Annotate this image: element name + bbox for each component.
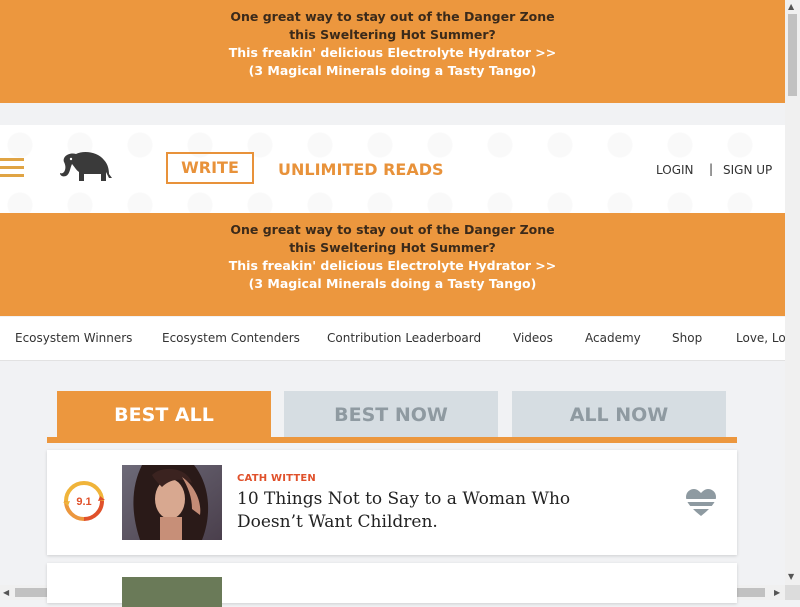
nav-item-academy[interactable]: Academy	[585, 331, 641, 345]
scroll-left-icon[interactable]: ◀	[3, 588, 9, 597]
promo-banner-top[interactable]: One great way to stay out of the Danger …	[0, 0, 785, 103]
score-badge: 9.1	[61, 478, 107, 524]
promo-link-line-3[interactable]: This freakin' delicious Electrolyte Hydr…	[0, 44, 785, 62]
heart-icon[interactable]	[685, 488, 717, 518]
nav-item-ecosystem-winners[interactable]: Ecosystem Winners	[15, 331, 132, 345]
category-nav: Ecosystem Winners Ecosystem Contenders C…	[0, 317, 785, 361]
article-title[interactable]: 10 Things Not to Say to a Woman Who Does…	[237, 488, 637, 534]
nav-item-love[interactable]: Love, Lo	[736, 331, 785, 345]
article-card[interactable]: 9.1 CATH WITTEN 10 Things Not to Say to …	[47, 450, 737, 555]
nav-item-videos[interactable]: Videos	[513, 331, 553, 345]
promo-link-line-4[interactable]: (3 Magical Minerals doing a Tasty Tango)	[0, 275, 785, 293]
promo-banner-secondary[interactable]: One great way to stay out of the Danger …	[0, 213, 785, 316]
vertical-scrollbar[interactable]: ▲ ▼	[785, 0, 800, 585]
article-card[interactable]	[47, 563, 737, 607]
scroll-down-icon[interactable]: ▼	[788, 572, 794, 581]
tab-all-now[interactable]: ALL NOW	[512, 391, 726, 437]
promo-line-2: this Sweltering Hot Summer?	[289, 240, 496, 255]
nav-item-contribution-leaderboard[interactable]: Contribution Leaderboard	[327, 331, 481, 345]
login-link[interactable]: LOGIN	[656, 163, 694, 177]
promo-line-1: One great way to stay out of the Danger …	[230, 222, 555, 237]
tab-underline	[47, 437, 737, 443]
scrollbar-corner	[785, 585, 800, 600]
article-author[interactable]: CATH WITTEN	[237, 473, 316, 484]
promo-link-line-3[interactable]: This freakin' delicious Electrolyte Hydr…	[0, 257, 785, 275]
article-thumbnail[interactable]	[122, 577, 222, 607]
nav-item-shop[interactable]: Shop	[672, 331, 702, 345]
article-thumbnail[interactable]	[122, 465, 222, 540]
promo-line-2: this Sweltering Hot Summer?	[289, 27, 496, 42]
score-value: 9.1	[76, 496, 91, 508]
tab-best-all[interactable]: BEST ALL	[57, 391, 271, 437]
vertical-scroll-thumb[interactable]	[788, 14, 797, 96]
scroll-right-icon[interactable]: ▶	[774, 588, 780, 597]
signup-link[interactable]: SIGN UP	[723, 163, 772, 177]
nav-item-ecosystem-contenders[interactable]: Ecosystem Contenders	[162, 331, 300, 345]
write-button[interactable]: WRITE	[166, 152, 254, 184]
promo-link-line-4[interactable]: (3 Magical Minerals doing a Tasty Tango)	[0, 62, 785, 80]
scroll-up-icon[interactable]: ▲	[788, 2, 794, 11]
menu-icon[interactable]	[0, 158, 24, 178]
header-separator: |	[709, 162, 714, 176]
tab-best-now[interactable]: BEST NOW	[284, 391, 498, 437]
promo-line-1: One great way to stay out of the Danger …	[230, 9, 555, 24]
elephant-logo-icon[interactable]	[54, 148, 114, 188]
unlimited-reads-link[interactable]: UNLIMITED READS	[278, 160, 444, 179]
site-header: WRITE UNLIMITED READS LOGIN | SIGN UP	[0, 125, 785, 213]
